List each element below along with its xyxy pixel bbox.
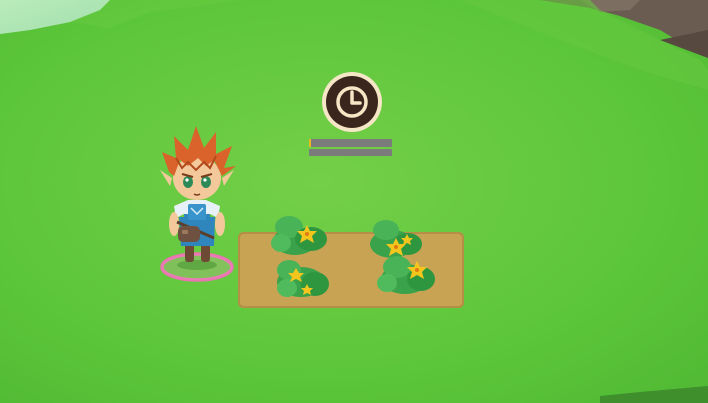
plant-3[interactable]: [271, 258, 335, 304]
growth-progress-fill: [309, 139, 311, 147]
squash-plant-icon: [377, 256, 435, 294]
growth-progress-bar: [309, 139, 392, 147]
squash-plant-icon: [277, 260, 329, 297]
secondary-progress-bar: [309, 149, 392, 156]
field-background: [0, 0, 708, 403]
squash-plant-icon: [271, 216, 327, 255]
clock-icon[interactable]: [319, 70, 385, 134]
plant-1[interactable]: [269, 213, 333, 259]
plant-4[interactable]: [375, 253, 439, 299]
game-viewport[interactable]: [0, 0, 708, 403]
farmer-character[interactable]: [152, 122, 242, 272]
